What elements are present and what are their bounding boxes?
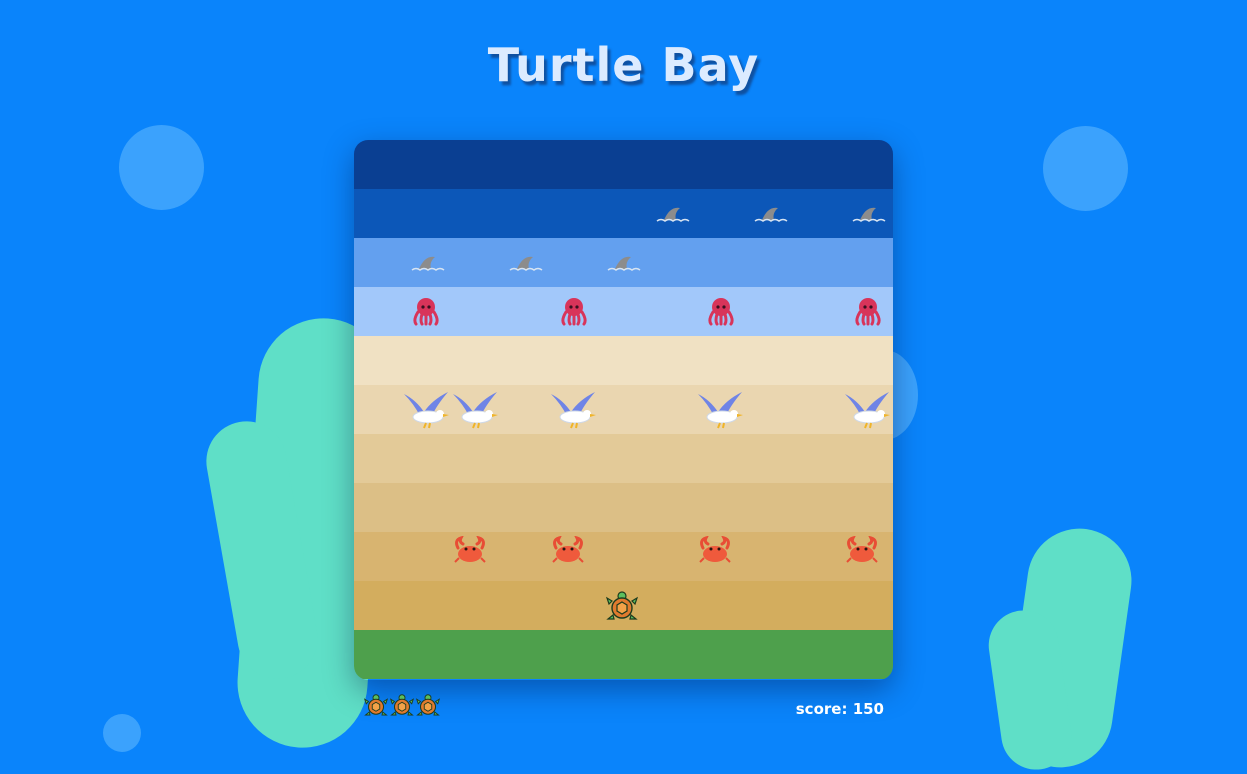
shark-fin-icon bbox=[411, 256, 445, 271]
crab-icon bbox=[846, 536, 878, 563]
shark-fin-icon bbox=[607, 256, 641, 271]
shark-fin-icon bbox=[852, 207, 886, 222]
game-title: Turtle Bay bbox=[487, 38, 760, 92]
crab-icon bbox=[699, 536, 731, 563]
shark-fin-icon bbox=[509, 256, 543, 271]
bubble-decoration bbox=[103, 714, 141, 752]
crab-icon bbox=[552, 536, 584, 563]
seagull-icon bbox=[551, 392, 596, 429]
seagull-icon bbox=[404, 392, 449, 429]
crab-icon bbox=[454, 536, 486, 563]
seagull-icon bbox=[698, 392, 743, 429]
shark-fin-icon bbox=[656, 207, 690, 222]
turtle-player-icon[interactable] bbox=[606, 591, 638, 623]
score-label: score: bbox=[795, 700, 848, 718]
shark-fin-icon bbox=[754, 207, 788, 222]
game-board[interactable] bbox=[354, 140, 893, 680]
lane-water bbox=[354, 189, 893, 238]
lane-sand bbox=[354, 483, 893, 532]
lane-sand bbox=[354, 532, 893, 581]
bubble-decoration bbox=[119, 125, 204, 210]
octopus-icon bbox=[413, 298, 439, 326]
seagull-icon bbox=[453, 392, 498, 429]
life-turtle-icon bbox=[389, 694, 415, 722]
lives-indicator bbox=[363, 694, 441, 722]
score-display: score: 150 bbox=[796, 700, 884, 718]
octopus-icon bbox=[855, 298, 881, 326]
life-turtle-icon bbox=[363, 694, 389, 722]
score-value: 150 bbox=[852, 700, 884, 718]
bubble-decoration bbox=[1043, 126, 1128, 211]
lane-sand bbox=[354, 336, 893, 385]
lane-sand bbox=[354, 434, 893, 483]
life-turtle-icon bbox=[415, 694, 441, 722]
octopus-icon bbox=[708, 298, 734, 326]
seagull-icon bbox=[845, 392, 890, 429]
lane-grass bbox=[354, 630, 893, 679]
octopus-icon bbox=[561, 298, 587, 326]
lane-deep-water bbox=[354, 140, 893, 189]
